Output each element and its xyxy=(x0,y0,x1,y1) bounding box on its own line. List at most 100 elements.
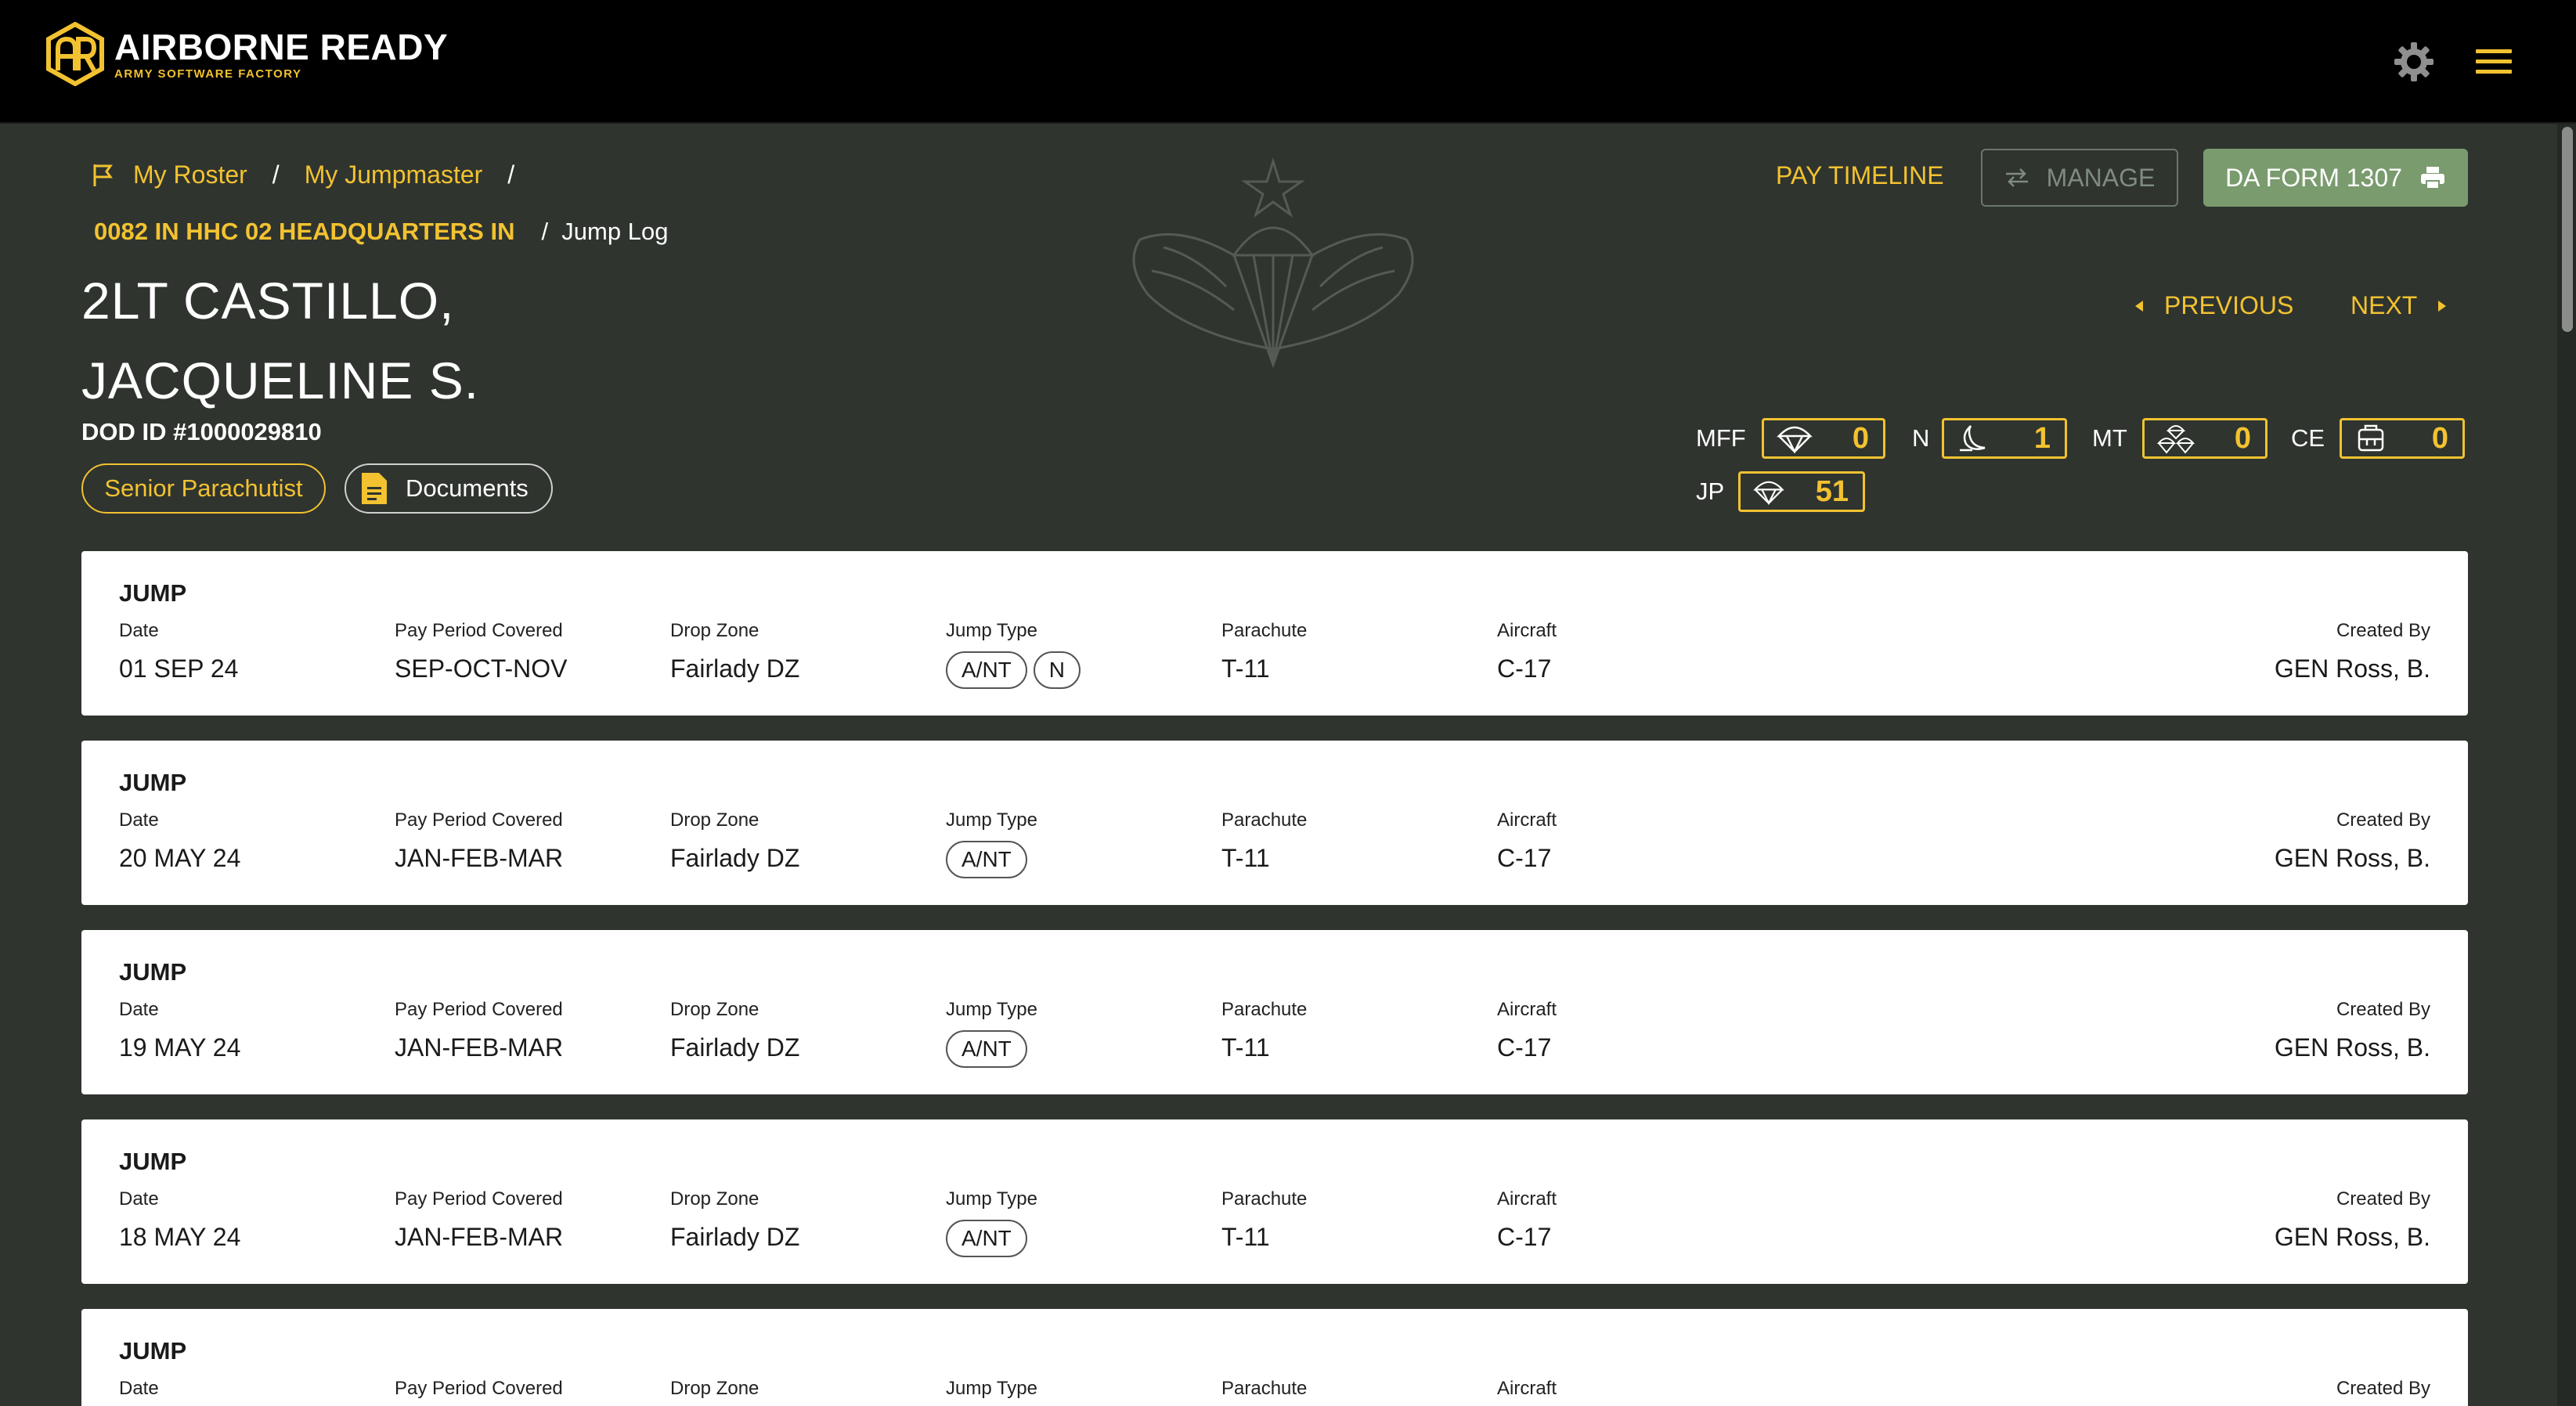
mt-label: MT xyxy=(2092,424,2127,452)
breadcrumb-separator: / xyxy=(272,160,280,189)
jump-drop-zone: Fairlady DZ xyxy=(670,1223,800,1251)
jump-card[interactable]: JUMP Date Pay Period Covered Drop Zone Jump … xyxy=(81,741,2468,905)
jump-pay-period: JAN-FEB-MAR xyxy=(395,844,564,872)
jump-type-chips: A/NT xyxy=(946,1220,1034,1257)
app-title: AIRBORNE READY xyxy=(114,26,449,67)
documents-button[interactable]: Documents xyxy=(345,463,553,514)
field-label-pay-period: Pay Period Covered xyxy=(395,999,563,1020)
field-label-date: Date xyxy=(119,620,159,641)
field-label-pay-period: Pay Period Covered xyxy=(395,1188,563,1210)
field-label-date: Date xyxy=(119,1378,159,1399)
field-label-drop-zone: Drop Zone xyxy=(670,1378,759,1399)
jump-card-title: JUMP xyxy=(119,1337,187,1365)
jump-pay-period: JAN-FEB-MAR xyxy=(395,1223,564,1251)
n-counter: 1 xyxy=(1942,418,2067,459)
app-logo[interactable]: AIRBORNE READY ARMY SOFTWARE FACTORY xyxy=(45,22,448,86)
field-label-jump-type: Jump Type xyxy=(946,1378,1037,1399)
jump-card[interactable]: JUMP Date Pay Period Covered Drop Zone Jump … xyxy=(81,1309,2468,1406)
da-form-label: DA FORM 1307 xyxy=(2225,163,2402,192)
jump-aircraft: C-17 xyxy=(1497,654,1552,683)
previous-button[interactable]: PREVIOUS xyxy=(2134,291,2293,320)
jump-type-chip: N xyxy=(1033,651,1081,689)
field-label-jump-type: Jump Type xyxy=(946,999,1037,1020)
jump-parachute: T-11 xyxy=(1221,844,1270,872)
mass-tactical-icon xyxy=(2157,425,2195,454)
breadcrumb-separator: / xyxy=(507,160,515,189)
combat-equipment-icon xyxy=(2358,424,2384,452)
senior-parachutist-badge: Senior Parachutist xyxy=(81,463,326,514)
jp-counter: 51 xyxy=(1738,471,1865,512)
breadcrumb-my-roster[interactable]: My Roster xyxy=(133,160,247,189)
jump-created-by: GEN Ross, B. xyxy=(2274,1223,2430,1251)
jump-aircraft: C-17 xyxy=(1497,1033,1552,1062)
field-label-pay-period: Pay Period Covered xyxy=(395,809,563,831)
breadcrumb-unit[interactable]: 0082 IN HHC 02 HEADQUARTERS IN xyxy=(94,218,514,246)
soldier-name-line-1: 2LT CASTILLO, xyxy=(81,272,455,330)
mt-count: 0 xyxy=(2234,421,2251,455)
jump-date: 19 MAY 24 xyxy=(119,1033,241,1062)
printer-icon xyxy=(2420,167,2444,189)
caret-right-icon xyxy=(2438,300,2447,312)
breadcrumb-row-2: 0082 IN HHC 02 HEADQUARTERS IN / Jump Lo… xyxy=(94,218,668,246)
jump-created-by: GEN Ross, B. xyxy=(2274,654,2430,683)
jump-created-by: GEN Ross, B. xyxy=(2274,1033,2430,1062)
breadcrumb-my-jumpmaster[interactable]: My Jumpmaster xyxy=(305,160,483,189)
documents-label: Documents xyxy=(406,474,529,502)
senior-parachutist-wings-icon xyxy=(1132,157,1414,369)
flag-icon xyxy=(93,164,113,186)
field-label-aircraft: Aircraft xyxy=(1497,620,1557,641)
field-label-jump-type: Jump Type xyxy=(946,1188,1037,1210)
field-label-date: Date xyxy=(119,1188,159,1210)
jp-label: JP xyxy=(1696,478,1725,505)
parachute-icon xyxy=(1753,481,1784,506)
jump-parachute: T-11 xyxy=(1221,654,1270,683)
field-label-pay-period: Pay Period Covered xyxy=(395,620,563,641)
jump-drop-zone: Fairlady DZ xyxy=(670,1033,800,1062)
jump-card[interactable]: JUMP Date Pay Period Covered Drop Zone Jump … xyxy=(81,551,2468,716)
jump-type-chips: A/NT xyxy=(946,1030,1034,1068)
gear-icon[interactable] xyxy=(2391,39,2437,85)
dod-id: DOD ID #1000029810 xyxy=(81,418,322,445)
scrollbar-thumb[interactable] xyxy=(2562,127,2573,332)
field-label-created-by: Created By xyxy=(2336,620,2430,641)
jump-type-chip: A/NT xyxy=(946,1030,1027,1068)
field-label-created-by: Created By xyxy=(2336,1378,2430,1399)
field-label-drop-zone: Drop Zone xyxy=(670,999,759,1020)
ce-count: 0 xyxy=(2431,421,2448,455)
next-label: NEXT xyxy=(2351,291,2418,319)
field-label-parachute: Parachute xyxy=(1221,1188,1308,1210)
hamburger-menu-icon[interactable] xyxy=(2471,39,2516,85)
jump-parachute: T-11 xyxy=(1221,1033,1270,1062)
ce-label: CE xyxy=(2291,424,2325,452)
jump-type-chips: A/NT N xyxy=(946,651,1087,689)
field-label-aircraft: Aircraft xyxy=(1497,999,1557,1020)
manage-button[interactable]: MANAGE xyxy=(1981,149,2178,207)
mff-label: MFF xyxy=(1696,424,1746,452)
jump-aircraft: C-17 xyxy=(1497,844,1552,872)
jump-card-title: JUMP xyxy=(119,958,187,986)
field-label-drop-zone: Drop Zone xyxy=(670,620,759,641)
swap-arrows-icon xyxy=(2005,168,2028,187)
field-label-aircraft: Aircraft xyxy=(1497,809,1557,831)
field-label-drop-zone: Drop Zone xyxy=(670,809,759,831)
next-button[interactable]: NEXT xyxy=(2351,291,2447,320)
pay-timeline-link[interactable]: PAY TIMELINE xyxy=(1776,161,1944,190)
breadcrumb-current: / Jump Log xyxy=(541,218,669,245)
da-form-1307-button[interactable]: DA FORM 1307 xyxy=(2203,149,2468,207)
field-label-parachute: Parachute xyxy=(1221,809,1308,831)
field-label-aircraft: Aircraft xyxy=(1497,1188,1557,1210)
jump-date: 20 MAY 24 xyxy=(119,844,241,872)
jump-card[interactable]: JUMP Date Pay Period Covered Drop Zone Jump … xyxy=(81,930,2468,1094)
field-label-created-by: Created By xyxy=(2336,999,2430,1020)
field-label-created-by: Created By xyxy=(2336,1188,2430,1210)
jump-type-chips: A/NT xyxy=(946,841,1034,878)
parachute-icon xyxy=(1777,426,1813,453)
n-label: N xyxy=(1912,424,1930,452)
soldier-name-line-2: JACQUELINE S. xyxy=(81,352,480,409)
field-label-created-by: Created By xyxy=(2336,809,2430,831)
jump-card[interactable]: JUMP Date Pay Period Covered Drop Zone Jump … xyxy=(81,1119,2468,1284)
jp-count: 51 xyxy=(1815,474,1849,508)
jump-aircraft: C-17 xyxy=(1497,1223,1552,1251)
jump-type-chip: A/NT xyxy=(946,651,1027,689)
app-subtitle: ARMY SOFTWARE FACTORY xyxy=(114,67,302,81)
